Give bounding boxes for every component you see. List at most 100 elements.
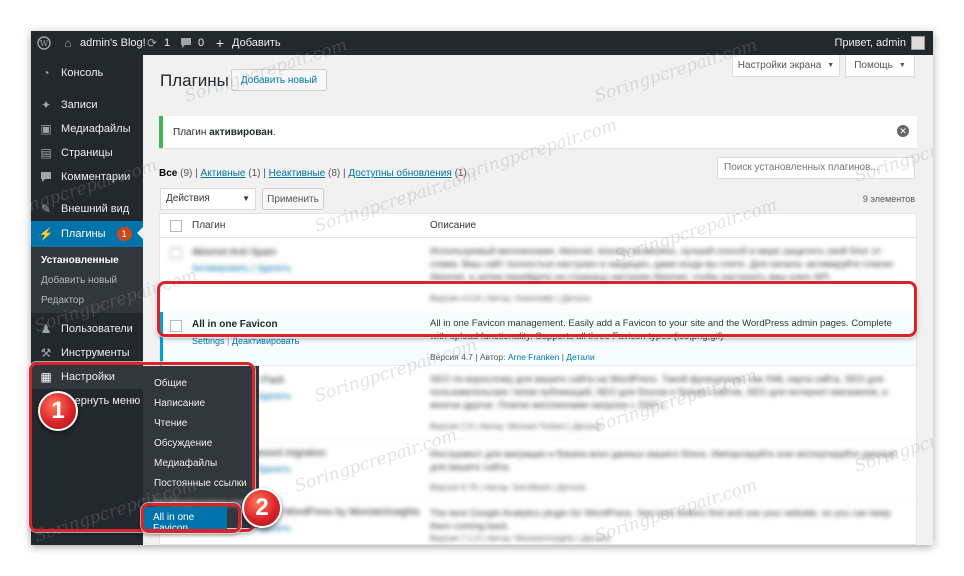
screen-options-button[interactable]: Настройки экрана ▼: [732, 55, 840, 77]
sidebar-item-media[interactable]: ▣ Медиафайлы: [31, 117, 143, 141]
settings-link[interactable]: Settings: [192, 336, 225, 346]
comments-link[interactable]: 0: [179, 31, 204, 55]
highlight-favicon-menu-item: [141, 503, 241, 533]
row-checkbox[interactable]: [170, 247, 182, 259]
activation-notice: Плагин активирован . ✕: [159, 116, 917, 148]
site-name: admin's Blog!: [80, 37, 146, 49]
pin-icon: ✦: [40, 98, 52, 112]
updates-count: 1: [164, 37, 171, 49]
author-link[interactable]: Arne Franken: [508, 352, 560, 362]
plugin-description: The best Google Analytics plugin for Wor…: [430, 508, 891, 532]
updates-link[interactable]: ⟳ 1: [145, 31, 170, 55]
plugin-name: Akismet Anti-Spam: [192, 247, 277, 258]
sidebar-item-comments[interactable]: Комментарии: [31, 165, 143, 189]
submenu-editor[interactable]: Редактор: [41, 295, 84, 306]
highlight-plugin-row: [157, 281, 917, 337]
plugins-badge: 1: [116, 227, 132, 241]
plugin-description: SEO по-взрослому для вашего сайта на Wor…: [430, 374, 888, 411]
sidebar-item-label: Комментарии: [61, 171, 131, 183]
caret-down-icon: ▼: [898, 62, 906, 69]
filter-inactive-count: (8): [328, 168, 341, 179]
home-icon: ⌂: [64, 36, 72, 50]
plugin-meta: Версия 6.76 | Автор: ServMask | Детали: [430, 482, 586, 492]
column-plugin: Плагин: [192, 220, 226, 231]
comment-bubble-icon: [179, 36, 193, 50]
details-link[interactable]: Детали: [566, 352, 594, 362]
author-prefix: Автор:: [479, 352, 506, 362]
page-title: Плагины: [160, 71, 229, 90]
plugin-actions[interactable]: Активировать | Удалить: [192, 263, 291, 273]
sidebar-item-plugins[interactable]: ⚡ Плагины 1: [31, 221, 143, 247]
add-new-plugin-button[interactable]: Добавить новый: [231, 69, 327, 91]
plugin-description: Используемый миллионами, Akismet, вполне…: [430, 246, 894, 283]
filter-updates[interactable]: Доступны обновления: [348, 168, 451, 179]
sidebar-item-appearance[interactable]: ✎ Внешний вид: [31, 197, 143, 221]
filter-active-count: (1): [248, 168, 261, 179]
caret-down-icon: ▼: [242, 194, 250, 203]
sidebar-item-label: Записи: [61, 99, 98, 111]
sidebar-item-users[interactable]: ♟ Пользователи: [31, 317, 143, 341]
sidebar-item-label: Консоль: [61, 67, 104, 79]
plugin-actions: Settings | Деактивировать: [192, 336, 300, 346]
bulk-action-value: Действия: [166, 193, 210, 204]
sidebar-item-pages[interactable]: ▤ Страницы: [31, 141, 143, 165]
help-label: Помощь: [854, 60, 893, 71]
step-marker-2: 2: [242, 488, 282, 528]
sidebar-item-dashboard[interactable]: ◔ Консоль: [31, 61, 143, 85]
sidebar-item-label: Инструменты: [61, 347, 130, 359]
items-count: 9 элементов: [862, 194, 915, 204]
plugin-search-input[interactable]: Поиск установленных плагинов...: [717, 157, 915, 179]
users-icon: ♟: [40, 322, 52, 336]
table-row: All in One SEO Pack Активировать | Удали…: [160, 367, 916, 439]
wordpress-logo-button[interactable]: W: [37, 31, 51, 55]
filter-all-count: (9): [180, 168, 193, 179]
sidebar-item-label: Внешний вид: [61, 203, 130, 215]
sidebar-item-label: Пользователи: [61, 323, 133, 335]
sidebar-item-label: Медиафайлы: [61, 123, 131, 135]
brush-icon: ✎: [40, 202, 52, 216]
admin-bar: W ⌂ admin's Blog! ⟳ 1 0 + Добавить Приве…: [31, 31, 933, 55]
plugin-meta: Версия 4.7 | Автор: Arne Franken | Детал…: [430, 352, 595, 362]
filter-active[interactable]: Активные: [201, 168, 246, 179]
plugin-meta: Версия 7.1.0 | Автор: MonsterInsights | …: [430, 533, 611, 543]
sidebar-item-posts[interactable]: ✦ Записи: [31, 93, 143, 117]
deactivate-link[interactable]: Деактивировать: [232, 336, 299, 346]
notice-bold: активирован: [209, 126, 273, 138]
add-new-label: Добавить: [232, 37, 281, 49]
account-menu[interactable]: Привет, admin: [834, 31, 925, 55]
help-button[interactable]: Помощь ▼: [845, 55, 915, 77]
plugin-version: Версия 4.7: [430, 352, 473, 362]
table-header: Плагин Описание: [160, 214, 916, 238]
avatar: [911, 36, 925, 50]
step-marker-1: 1: [38, 391, 78, 431]
comments-count: 0: [198, 37, 205, 49]
apply-button[interactable]: Применить: [262, 188, 324, 210]
bulk-action-select[interactable]: Действия ▼: [160, 188, 256, 210]
plus-icon: +: [215, 35, 225, 51]
sidebar-item-label: Страницы: [61, 147, 113, 159]
filter-inactive[interactable]: Неактивные: [269, 168, 326, 179]
wordpress-logo-icon: W: [37, 36, 51, 50]
sidebar-item-label: Плагины: [61, 228, 106, 240]
svg-text:W: W: [40, 39, 49, 48]
select-all-checkbox[interactable]: [170, 220, 182, 232]
notice-suffix: .: [272, 126, 276, 138]
column-description: Описание: [430, 220, 477, 231]
plugin-icon: ⚡: [38, 227, 54, 241]
media-icon: ▣: [40, 122, 52, 136]
add-new-link[interactable]: + Добавить: [213, 31, 281, 55]
refresh-icon: ⟳: [146, 36, 158, 50]
dismiss-icon[interactable]: ✕: [897, 125, 909, 137]
submenu-add-new[interactable]: Добавить новый: [41, 275, 117, 286]
site-name-link[interactable]: ⌂ admin's Blog!: [61, 31, 146, 55]
filter-updates-count: (1): [454, 168, 467, 179]
plugin-description: Инструмент для миграции и бэкапа всех да…: [430, 449, 896, 473]
filter-all[interactable]: Все: [159, 168, 177, 179]
submenu-installed[interactable]: Установленные: [41, 255, 119, 266]
comment-icon: [39, 170, 53, 184]
wrench-icon: ⚒: [40, 346, 52, 360]
caret-down-icon: ▼: [827, 62, 835, 69]
pages-icon: ▤: [40, 146, 52, 160]
plugin-meta: Версия 2.8 | Автор: Michael Torbert | Де…: [430, 421, 602, 431]
notice-prefix: Плагин: [173, 126, 210, 138]
